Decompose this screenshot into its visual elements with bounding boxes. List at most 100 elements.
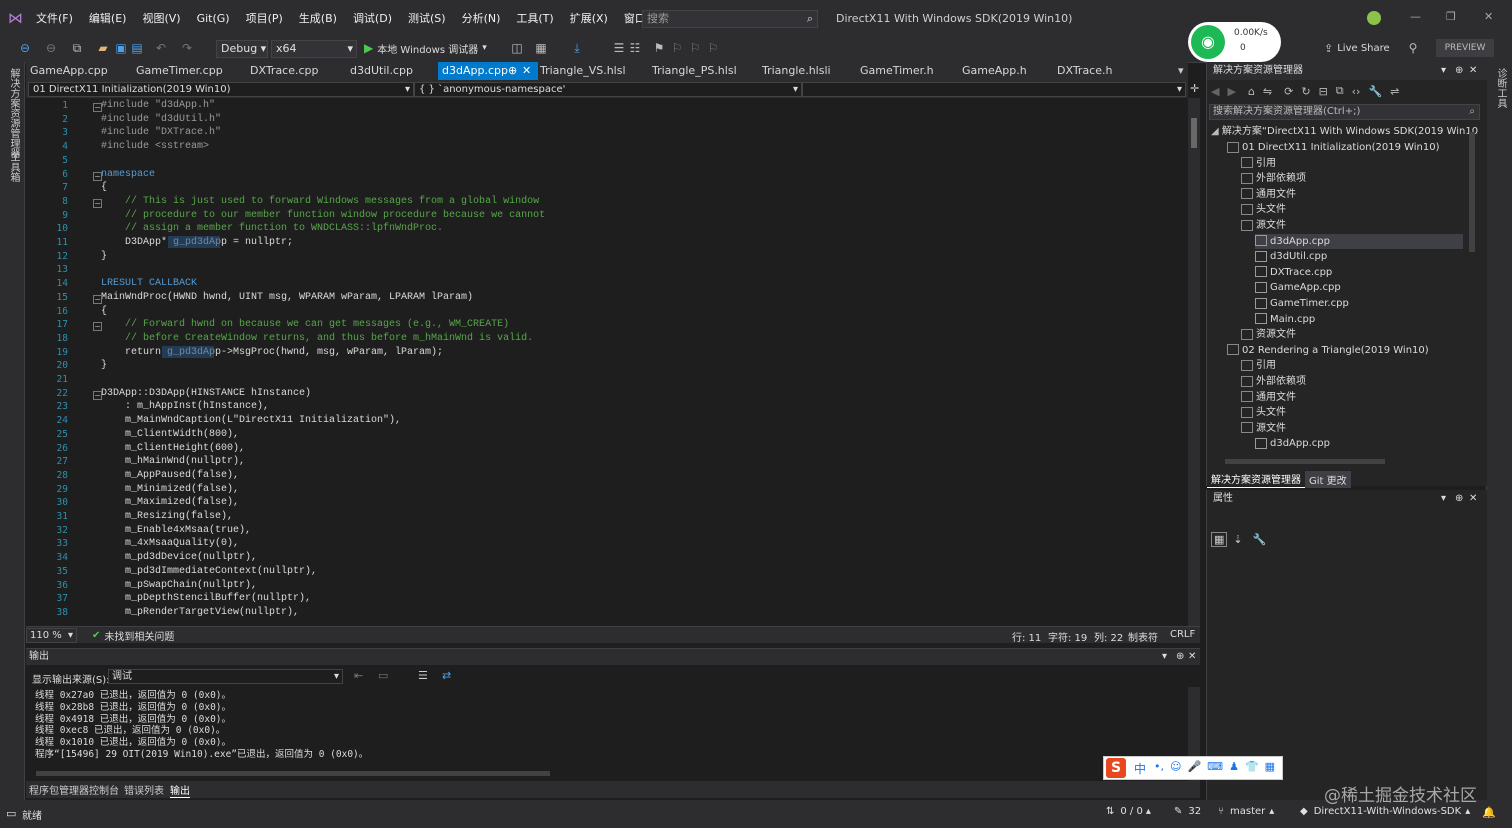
output-hscroll[interactable] <box>36 771 550 776</box>
se-preview-icon[interactable]: ⇌ <box>1390 85 1399 98</box>
menu-analyze[interactable]: 分析(N) <box>454 0 509 36</box>
status-repo[interactable]: ◆ DirectX11-With-Windows-SDK ▴ <box>1300 806 1470 817</box>
tree-source-files-node[interactable]: 源文件 <box>1241 218 1463 233</box>
eol-indicator[interactable]: CRLF <box>1170 629 1195 640</box>
menu-build[interactable]: 生成(B) <box>291 0 345 36</box>
tree-header-files-node[interactable]: 头文件 <box>1241 202 1463 217</box>
minimize-button[interactable]: — <box>1410 10 1421 23</box>
se-show-all-icon[interactable]: ⧉ <box>1336 84 1344 98</box>
se-search-input[interactable]: 搜索解决方案资源管理器(Ctrl+;) ⌕ <box>1209 104 1480 120</box>
tree-file-node[interactable]: Main.cpp <box>1255 312 1463 327</box>
code-line[interactable]: // before CreateWindow returns, and thus… <box>101 333 533 344</box>
code-line[interactable]: } <box>101 360 107 371</box>
fold-toggle[interactable]: − <box>93 322 102 332</box>
se-refresh-icon[interactable]: ↻ <box>1301 85 1310 98</box>
comment-icon[interactable]: ☷ <box>628 41 642 55</box>
output-pin-icon[interactable]: ⊕ <box>1176 649 1184 665</box>
tab-overflow-icon[interactable]: ▾ <box>1178 64 1184 77</box>
se-vscroll[interactable] <box>1469 132 1475 252</box>
tab-d3dutil-cpp[interactable]: d3dUtil.cpp <box>346 62 413 80</box>
menu-edit[interactable]: 编辑(E) <box>81 0 135 36</box>
code-line[interactable]: m_Enable4xMsaa(true), <box>101 525 251 536</box>
menu-git[interactable]: Git(G) <box>189 0 238 36</box>
tab-dxtrace-h[interactable]: DXTrace.h <box>1053 62 1112 80</box>
char-indicator[interactable]: 字符: 19 <box>1048 629 1087 644</box>
maximize-button[interactable]: ❐ <box>1446 10 1456 23</box>
member-dropdown[interactable]: ▾ <box>802 82 1186 97</box>
code-line[interactable]: namespace <box>101 169 155 180</box>
fold-toggle[interactable]: − <box>93 171 102 181</box>
code-line[interactable]: m_ClientWidth(800), <box>101 429 239 440</box>
save-all-icon[interactable]: ▤ <box>130 41 144 55</box>
code-line[interactable]: MainWndProc(HWND hwnd, UINT msg, WPARAM … <box>101 292 473 303</box>
se-forward-icon[interactable]: ▶ <box>1227 85 1235 98</box>
diagnostics-side-tab[interactable]: 诊断工具 <box>1493 68 1508 108</box>
code-line[interactable]: m_pd3dImmediateContext(nullptr), <box>101 566 317 577</box>
editor-scrollbar[interactable] <box>1188 98 1200 626</box>
platform-select[interactable]: x64 ▾ <box>271 40 357 58</box>
se-hscroll[interactable] <box>1225 459 1385 464</box>
se-sync-icon[interactable]: ⟳ <box>1284 85 1293 98</box>
tree-file-node[interactable]: DXTrace.cpp <box>1255 265 1463 280</box>
code-line[interactable]: // Forward hwnd on because we can get me… <box>101 319 509 330</box>
tree-project-node[interactable]: 02 Rendering a Triangle(2019 Win10) <box>1227 343 1463 358</box>
menu-tools[interactable]: 工具(T) <box>508 0 561 36</box>
tree-external-deps-node[interactable]: 外部依赖项 <box>1241 171 1463 186</box>
tab-error-list[interactable]: 错误列表 <box>124 782 164 797</box>
code-line[interactable]: : m_hAppInst(hInstance), <box>101 401 269 412</box>
props-pin-icon[interactable]: ⊕ <box>1455 490 1463 508</box>
tab-gameapp-cpp[interactable]: GameApp.cpp <box>26 62 108 80</box>
col-indicator[interactable]: 列: 22 <box>1094 629 1123 644</box>
tab-solution-explorer[interactable]: 解决方案资源管理器 <box>1207 470 1305 488</box>
categorized-icon[interactable]: ▦ <box>1211 532 1228 547</box>
tree-common-files-node[interactable]: 通用文件 <box>1241 187 1463 202</box>
tab-output[interactable]: 输出 <box>170 782 190 798</box>
toolbox-side-tab[interactable]: 工具箱 <box>6 152 21 182</box>
browse-icon[interactable]: ◫ <box>510 41 524 55</box>
tree-source-files-node[interactable]: 源文件 <box>1241 421 1463 436</box>
scope-dropdown[interactable]: { } `anonymous-namespace' ▾ <box>414 82 802 97</box>
ime-menu-icon[interactable]: ▦ <box>1265 760 1275 773</box>
code-line[interactable]: // procedure to our member function wind… <box>101 210 545 221</box>
code-line[interactable]: LRESULT CALLBACK <box>101 278 197 289</box>
ime-skin-icon[interactable]: 👕 <box>1245 760 1259 773</box>
ime-mode[interactable]: 中 <box>1134 760 1146 777</box>
code-line[interactable]: #include <sstream> <box>101 141 209 152</box>
tree-references-node[interactable]: 引用 <box>1241 156 1463 171</box>
code-editor[interactable]: 1 2 3 4 5 6 7 8 9 10 11 12 13 14 15 16 17 18 19 20 21 22 23 24 2… <box>26 98 1188 626</box>
preview-badge[interactable]: PREVIEW <box>1436 39 1494 57</box>
scroll-thumb[interactable] <box>1191 118 1197 148</box>
se-back-icon[interactable]: ◀ <box>1211 85 1219 98</box>
ime-user-icon[interactable]: ♟ <box>1229 760 1239 773</box>
issues-indicator[interactable]: ✔ 未找到相关问题 <box>92 628 174 643</box>
props-close-icon[interactable]: ✕ <box>1469 490 1477 508</box>
menu-project[interactable]: 项目(P) <box>238 0 291 36</box>
split-icon[interactable]: ✛ <box>1190 82 1199 95</box>
format-icon[interactable]: ☰ <box>612 41 626 55</box>
close-button[interactable]: ✕ <box>1484 10 1493 23</box>
menu-file[interactable]: 文件(F) <box>28 0 81 36</box>
zoom-select[interactable]: 110 % ▾ <box>26 628 77 643</box>
code-line[interactable]: m_Minimized(false), <box>101 484 239 495</box>
output-close-icon[interactable]: ✕ <box>1188 649 1196 665</box>
code-line[interactable]: m_Maximized(false), <box>101 497 239 508</box>
se-menu-icon[interactable]: ▾ <box>1441 62 1446 80</box>
config-select[interactable]: Debug ▾ <box>216 40 268 58</box>
menu-extensions[interactable]: 扩展(X) <box>562 0 616 36</box>
se-collapse-icon[interactable]: ⊟ <box>1319 85 1328 98</box>
se-close-icon[interactable]: ✕ <box>1469 62 1477 80</box>
tree-external-deps-node[interactable]: 外部依赖项 <box>1241 374 1463 389</box>
ime-keyboard-icon[interactable]: ⌨ <box>1207 760 1223 773</box>
code-line[interactable]: m_ClientHeight(600), <box>101 443 245 454</box>
fold-toggle[interactable]: − <box>93 198 102 208</box>
code-line[interactable]: return g_pd3dApp->MsgProc(hwnd, msg, wPa… <box>101 347 443 358</box>
solution-explorer-side-tab[interactable]: 解决方案资源管理器 <box>6 68 21 158</box>
tree-header-files-node[interactable]: 头文件 <box>1241 405 1463 420</box>
props-menu-icon[interactable]: ▾ <box>1441 490 1446 508</box>
se-properties-icon[interactable]: 🔧 <box>1368 85 1382 98</box>
tree-references-node[interactable]: 引用 <box>1241 358 1463 373</box>
undo-icon[interactable]: ↶ <box>154 41 168 55</box>
code-line[interactable]: { <box>101 306 107 317</box>
tab-triangle-hlsli[interactable]: Triangle.hlsli <box>758 62 831 80</box>
status-branch[interactable]: ⑂ master ▴ <box>1218 806 1274 817</box>
